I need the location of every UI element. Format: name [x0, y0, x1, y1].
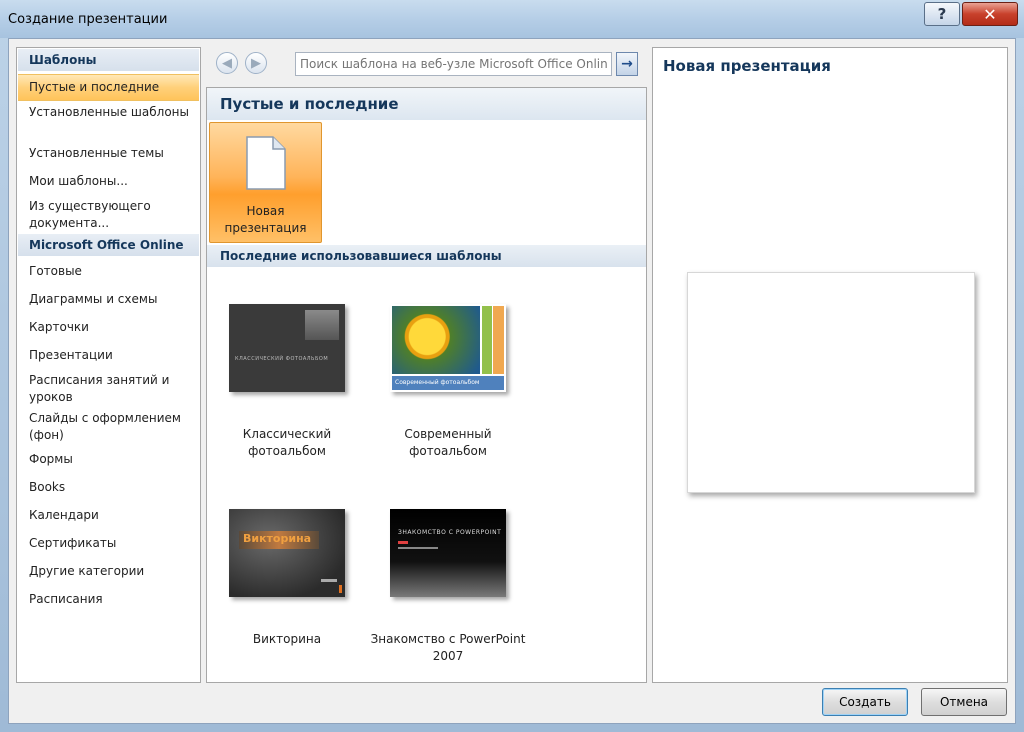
help-button[interactable]: ? — [924, 2, 960, 26]
nav-item-from-existing[interactable]: Из существующего документа... — [29, 198, 194, 232]
nav-item-cards[interactable]: Карточки — [29, 319, 194, 336]
nav-item-ready[interactable]: Готовые — [29, 263, 194, 280]
new-presentation-tile[interactable]: Новая презентация — [209, 122, 322, 243]
template-label: Классический фотоальбом — [242, 427, 332, 458]
search-go-icon[interactable]: → — [616, 52, 638, 76]
thumb-caption: Викторина — [243, 532, 312, 545]
nav-item-books[interactable]: Books — [29, 479, 194, 496]
search-toolbar: ◀ ▶ → — [206, 47, 647, 83]
nav-item-timetables[interactable]: Расписания — [29, 591, 194, 608]
nav-item-schedules-lessons[interactable]: Расписания занятий и уроков — [29, 372, 194, 406]
blank-document-icon — [246, 136, 286, 190]
template-classic-album[interactable]: КЛАССИЧЕСКИЙ ФОТОАЛЬБОМ — [229, 304, 345, 392]
slide-preview — [687, 272, 975, 493]
intro-thumbnail: ЗНАКОМСТВО С POWERPOINT — [390, 509, 506, 597]
recent-templates-header: Последние использовавшиеся шаблоны — [207, 245, 646, 267]
gallery-header: Пустые и последние — [207, 88, 646, 120]
template-modern-album[interactable]: Современный фотоальбом — [390, 304, 506, 392]
nav-item-calendars[interactable]: Календари — [29, 507, 194, 524]
nav-item-design-slides[interactable]: Слайды с оформлением (фон) — [29, 410, 194, 444]
modern-album-thumbnail: Современный фотоальбом — [390, 304, 506, 392]
nav-item-forms[interactable]: Формы — [29, 451, 194, 468]
nav-item-blank-recent[interactable]: Пустые и последние — [29, 79, 194, 96]
photo-placeholder — [305, 310, 339, 340]
template-quiz[interactable]: Викторина — [229, 509, 345, 597]
preview-pane: Новая презентация — [652, 47, 1008, 683]
preview-title: Новая презентация — [663, 57, 831, 75]
classic-album-thumbnail: КЛАССИЧЕСКИЙ ФОТОАЛЬБОМ — [229, 304, 345, 392]
create-button[interactable]: Создать — [822, 688, 908, 716]
nav-item-installed-templates[interactable]: Установленные шаблоны — [29, 104, 194, 121]
template-intro-powerpoint[interactable]: ЗНАКОМСТВО С POWERPOINT — [390, 509, 506, 597]
nav-item-diagrams[interactable]: Диаграммы и схемы — [29, 291, 194, 308]
nav-item-installed-themes[interactable]: Установленные темы — [29, 145, 194, 162]
thumb-footer-line — [321, 579, 337, 582]
thumb-caption: Современный фотоальбом — [392, 376, 504, 390]
template-label: Современный фотоальбом — [404, 427, 492, 458]
thumb-caption: КЛАССИЧЕСКИЙ ФОТОАЛЬБОМ — [235, 356, 329, 362]
template-label: Викторина — [252, 632, 322, 646]
template-label: Знакомство с PowerPoint 2007 — [370, 632, 526, 663]
window-title: Создание презентации — [8, 12, 168, 27]
template-search-input[interactable] — [295, 52, 612, 76]
thumb-accent — [339, 585, 342, 593]
nav-item-presentations[interactable]: Презентации — [29, 347, 194, 364]
orange-stripe — [493, 306, 504, 374]
nav-item-my-templates[interactable]: Мои шаблоны... — [29, 173, 194, 190]
templates-section-header: Шаблоны — [18, 49, 199, 71]
nav-item-other-categories[interactable]: Другие категории — [29, 563, 194, 580]
forward-arrow-icon[interactable]: ▶ — [245, 52, 267, 74]
sunflower-photo — [392, 306, 480, 374]
category-pane: Шаблоны Пустые и последние Установленные… — [16, 47, 201, 683]
thumb-caption: ЗНАКОМСТВО С POWERPOINT — [398, 529, 502, 536]
thumb-accent — [398, 541, 408, 544]
green-stripe — [482, 306, 492, 374]
new-presentation-label: Новая презентация — [224, 204, 307, 235]
templates-gallery: Пустые и последние Новая презентация Пос… — [206, 87, 647, 683]
cancel-button[interactable]: Отмена — [921, 688, 1007, 716]
thumb-subtitle-line — [398, 547, 438, 549]
quiz-thumbnail: Викторина — [229, 509, 345, 597]
back-arrow-icon[interactable]: ◀ — [216, 52, 238, 74]
close-button[interactable]: ✕ — [962, 2, 1018, 26]
nav-item-certificates[interactable]: Сертификаты — [29, 535, 194, 552]
online-section-header: Microsoft Office Online — [18, 234, 199, 256]
